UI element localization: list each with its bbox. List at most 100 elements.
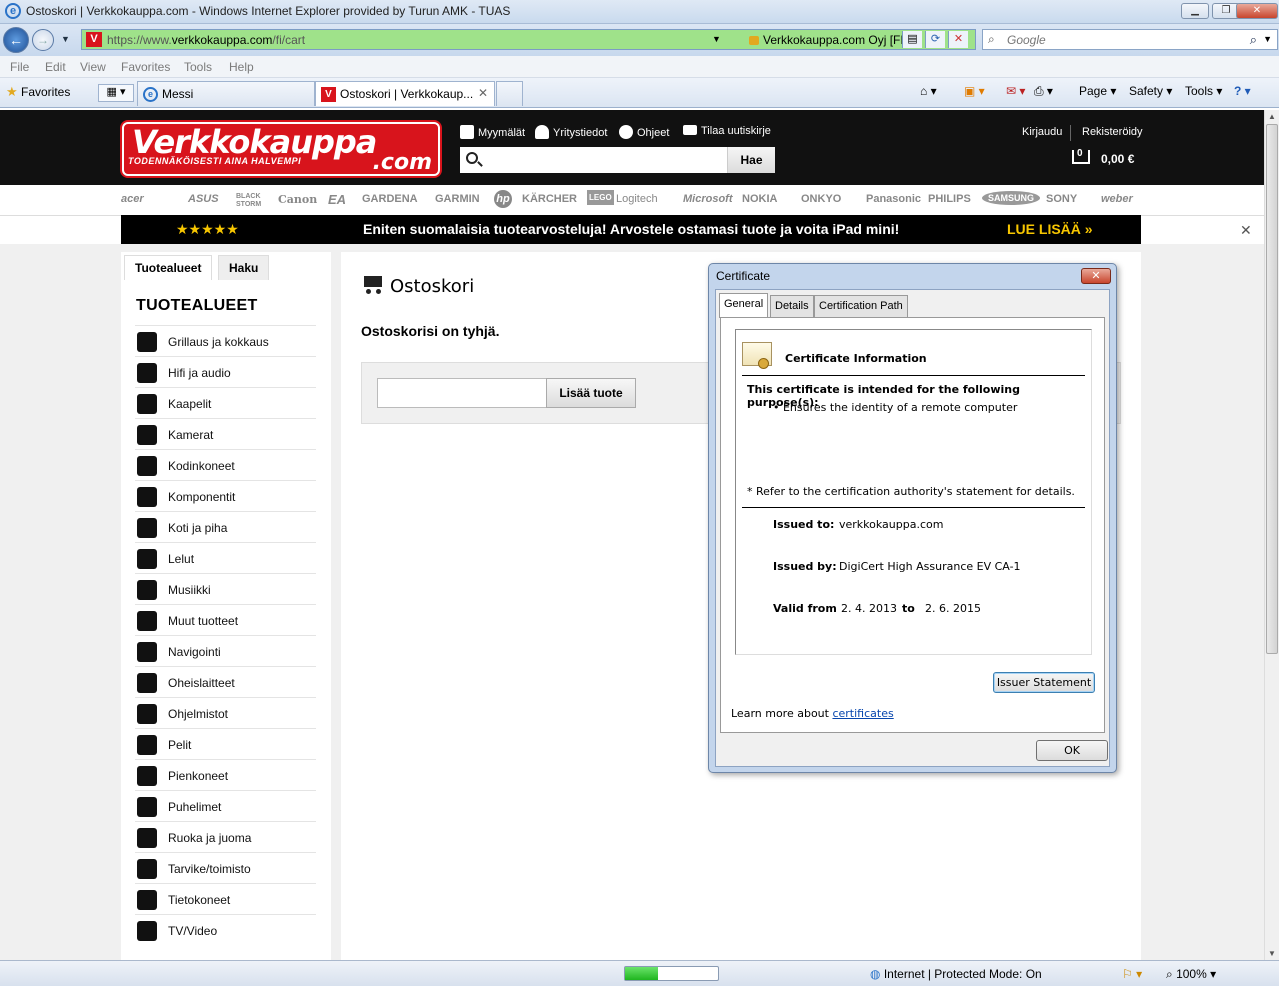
category-item[interactable]: Musiikki: [135, 573, 316, 604]
favorites-button[interactable]: ★ Favorites: [6, 84, 70, 100]
brand-philips[interactable]: PHILIPS: [928, 193, 971, 205]
tab-search[interactable]: Haku: [218, 255, 270, 280]
history-dropdown-icon[interactable]: ▼: [61, 34, 70, 44]
site-search-input[interactable]: Hae: [460, 147, 775, 173]
category-item[interactable]: Oheislaitteet: [135, 666, 316, 697]
category-item[interactable]: Kaapelit: [135, 387, 316, 418]
zoom-level[interactable]: ⌕ 100% ▾: [1166, 967, 1216, 982]
register-link[interactable]: Rekisteröidy: [1082, 126, 1143, 138]
product-code-input[interactable]: [377, 378, 547, 408]
home-icon[interactable]: ⌂ ▾: [920, 84, 937, 98]
brand-samsung[interactable]: SAMSUNG: [982, 191, 1041, 205]
search-box[interactable]: ⌕ Google ⌕ ▼: [982, 29, 1278, 50]
address-url[interactable]: https://www.verkkokauppa.com/fi/cart: [107, 33, 305, 47]
brand-ea[interactable]: EA: [328, 192, 346, 207]
brand-asus[interactable]: ASUS: [188, 193, 219, 205]
mail-icon[interactable]: ✉ ▾: [1006, 84, 1025, 98]
brand-gardena[interactable]: GARDENA: [362, 193, 418, 205]
brand-lego[interactable]: LEGO: [587, 190, 614, 205]
tab-certification-path[interactable]: Certification Path: [814, 295, 908, 317]
brand-onkyo[interactable]: ONKYO: [801, 193, 841, 205]
category-item[interactable]: TV/Video: [135, 914, 316, 945]
category-item[interactable]: Kamerat: [135, 418, 316, 449]
safety-menu[interactable]: Safety ▾: [1129, 84, 1172, 98]
feeds-icon[interactable]: ▣ ▾: [964, 84, 985, 98]
category-item[interactable]: Pienkoneet: [135, 759, 316, 790]
category-item[interactable]: Ohjelmistot: [135, 697, 316, 728]
refresh-icon[interactable]: ⟳: [925, 31, 945, 48]
address-bar[interactable]: V https://www.verkkokauppa.com/fi/cart ▼…: [81, 29, 976, 50]
close-tab-icon[interactable]: ✕: [478, 86, 488, 100]
forward-button[interactable]: →: [32, 29, 54, 51]
site-logo[interactable]: Verkkokauppa TODENNÄKÖISESTI AINA HALVEM…: [122, 122, 440, 176]
tab-ostoskori[interactable]: V Ostoskori | Verkkokaup... ✕: [315, 81, 495, 106]
ok-button[interactable]: OK: [1036, 740, 1108, 761]
category-item[interactable]: Ruoka ja juoma: [135, 821, 316, 852]
print-icon[interactable]: ⎙ ▾: [1034, 84, 1053, 99]
close-window-button[interactable]: ✕: [1236, 3, 1278, 19]
banner-read-more-link[interactable]: LUE LISÄÄ »: [1007, 221, 1093, 237]
dialog-close-button[interactable]: ✕: [1081, 268, 1111, 284]
brand-garmin[interactable]: GARMIN: [435, 193, 480, 205]
tab-general[interactable]: General: [719, 293, 769, 318]
scroll-up-icon[interactable]: ▲: [1268, 112, 1276, 121]
cart-total[interactable]: 0,00 €: [1101, 152, 1134, 166]
banner-close-icon[interactable]: ✕: [1240, 222, 1252, 239]
security-report-button[interactable]: Verkkokauppa.com Oyj [FI]: [749, 33, 907, 47]
brand-karcher[interactable]: KÄRCHER: [522, 193, 577, 205]
menu-tools[interactable]: Tools: [184, 60, 212, 74]
brand-hp[interactable]: hp: [494, 190, 512, 208]
brand-canon[interactable]: Canon: [278, 193, 317, 206]
category-item[interactable]: Komponentit: [135, 480, 316, 511]
category-item[interactable]: Grillaus ja kokkaus: [135, 325, 316, 356]
vertical-scrollbar[interactable]: ▲ ▼: [1264, 110, 1279, 960]
search-go-icon[interactable]: ⌕: [1250, 32, 1257, 48]
company-info-link[interactable]: Yritystiedot: [535, 125, 607, 139]
back-button[interactable]: ←: [3, 27, 29, 53]
menu-edit[interactable]: Edit: [45, 60, 66, 74]
tools-menu[interactable]: Tools ▾: [1185, 84, 1222, 98]
quick-tabs-button[interactable]: ▦ ▾: [98, 84, 134, 102]
scrollbar-thumb[interactable]: [1266, 124, 1278, 654]
menu-help[interactable]: Help: [229, 60, 254, 74]
compatibility-view-icon[interactable]: ▤: [902, 31, 922, 48]
page-menu[interactable]: Page ▾: [1079, 84, 1116, 98]
brand-logitech[interactable]: Logitech: [616, 193, 658, 205]
certificates-link[interactable]: certificates: [832, 707, 893, 720]
brand-acer[interactable]: acer: [121, 193, 144, 205]
login-link[interactable]: Kirjaudu: [1022, 126, 1062, 138]
menu-favorites[interactable]: Favorites: [121, 60, 170, 74]
brand-blackstorm[interactable]: BLACK STORM: [236, 193, 268, 209]
brand-nokia[interactable]: NOKIA: [742, 193, 777, 205]
pop-up-icon[interactable]: ⚐ ▾: [1122, 967, 1142, 981]
category-item[interactable]: Puhelimet: [135, 790, 316, 821]
help-icon[interactable]: ? ▾: [1234, 84, 1251, 98]
stop-icon[interactable]: ✕: [948, 31, 968, 48]
search-options-dropdown-icon[interactable]: ▼: [1263, 34, 1272, 44]
new-tab-button[interactable]: [496, 81, 523, 106]
category-item[interactable]: Koti ja piha: [135, 511, 316, 542]
minimize-button[interactable]: ▁: [1181, 3, 1209, 19]
add-product-button[interactable]: Lisää tuote: [546, 378, 636, 408]
brand-sony[interactable]: SONY: [1046, 193, 1077, 205]
promo-banner[interactable]: ★★★★★ Eniten suomalaisia tuotearvosteluj…: [121, 215, 1141, 244]
issuer-statement-button[interactable]: Issuer Statement: [993, 672, 1095, 693]
tab-categories[interactable]: Tuotealueet: [124, 255, 213, 280]
category-item[interactable]: Muut tuotteet: [135, 604, 316, 635]
category-item[interactable]: Lelut: [135, 542, 316, 573]
category-item[interactable]: Tietokoneet: [135, 883, 316, 914]
category-item[interactable]: Tarvike/toimisto: [135, 852, 316, 883]
cart-icon[interactable]: 0: [1068, 148, 1096, 170]
category-item[interactable]: Navigointi: [135, 635, 316, 666]
menu-view[interactable]: View: [80, 60, 106, 74]
category-item[interactable]: Hifi ja audio: [135, 356, 316, 387]
stores-link[interactable]: Myymälät: [460, 125, 525, 139]
zone-status[interactable]: ◍ Internet | Protected Mode: On: [870, 967, 1042, 981]
scroll-down-icon[interactable]: ▼: [1268, 949, 1276, 958]
site-search-button[interactable]: Hae: [727, 147, 775, 173]
newsletter-link[interactable]: Tilaa uutiskirje: [683, 125, 771, 137]
brand-panasonic[interactable]: Panasonic: [866, 193, 921, 205]
tab-details[interactable]: Details: [770, 295, 814, 317]
address-dropdown-icon[interactable]: ▼: [712, 34, 721, 44]
category-item[interactable]: Kodinkoneet: [135, 449, 316, 480]
